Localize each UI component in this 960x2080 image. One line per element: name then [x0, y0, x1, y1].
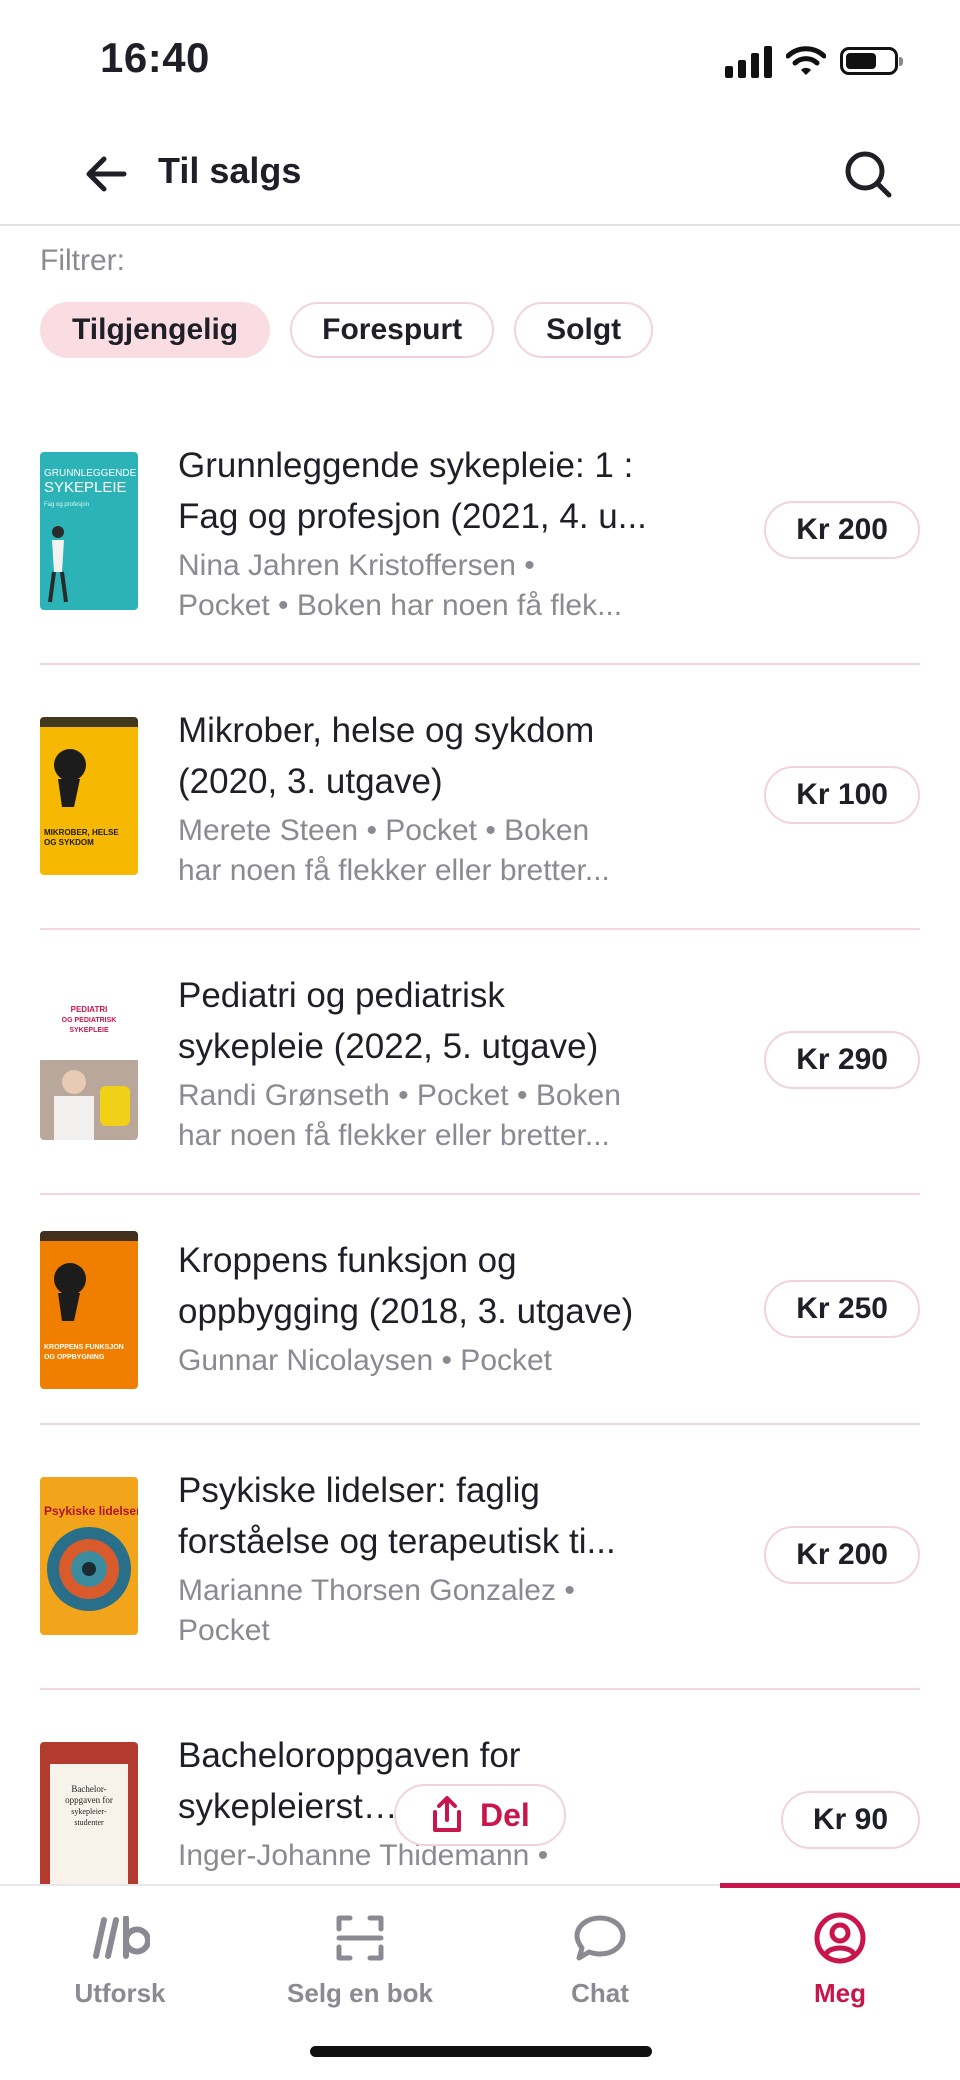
battery-icon	[840, 47, 903, 75]
tab-label: Selg en bok	[287, 1978, 433, 2008]
home-indicator	[310, 2046, 652, 2057]
share-button[interactable]: Del	[394, 1784, 566, 1846]
tab-meg[interactable]: Meg	[720, 1883, 960, 2026]
search-button[interactable]	[838, 144, 898, 204]
bottom-tab-bar: Utforsk Selg en bok Chat Meg	[0, 1883, 960, 2080]
svg-text:oppgaven for: oppgaven for	[65, 1795, 113, 1805]
svg-text:SYKEPLEIE: SYKEPLEIE	[44, 479, 127, 496]
listing-list: GRUNNLEGGENDE SYKEPLEIE Fag og profesjon…	[40, 400, 920, 1884]
arrow-left-icon	[86, 156, 127, 192]
book-cover: Bachelor- oppgaven for sykepleier- stude…	[40, 1742, 138, 1884]
price-badge[interactable]: Kr 290	[764, 1031, 920, 1089]
profile-icon	[814, 1912, 866, 1964]
svg-text:Psykiske lidelser: Psykiske lidelser	[44, 1504, 138, 1518]
tab-label: Utforsk	[74, 1978, 166, 2008]
cellular-signal-icon	[725, 44, 772, 78]
list-item[interactable]: MIKROBER, HELSE OG SYKDOM Mikrober, hels…	[40, 665, 920, 930]
tab-selg-en-bok[interactable]: Selg en bok	[240, 1886, 480, 2026]
filter-chip-solgt[interactable]: Solgt	[514, 302, 654, 358]
list-item[interactable]: GRUNNLEGGENDE SYKEPLEIE Fag og profesjon…	[40, 400, 920, 665]
listing-subtitle: Nina Jahren Kristoffersen • Pocket • Boke…	[178, 549, 623, 622]
tab-label: Meg	[814, 1978, 866, 2008]
svg-text:sykepleier-: sykepleier-	[71, 1807, 107, 1816]
price-badge[interactable]: Kr 100	[764, 766, 920, 824]
list-item[interactable]: KROPPENS FUNKSJON OG OPPBYGNING Kroppens…	[40, 1195, 920, 1425]
listing-title: Mikrober, helse og sykdom (2020, 3. utgav…	[178, 711, 595, 801]
wifi-icon	[786, 46, 826, 75]
filter-chip-forespurt[interactable]: Forespurt	[290, 302, 495, 358]
filter-label: Filtrer:	[40, 244, 125, 277]
svg-text:studenter: studenter	[74, 1818, 104, 1827]
price-badge[interactable]: Kr 200	[764, 501, 920, 559]
svg-text:KROPPENS FUNKSJON: KROPPENS FUNKSJON	[44, 1344, 124, 1351]
list-item[interactable]: PEDIATRI OG PEDIATRISK SYKEPLEIE Pediatr…	[40, 930, 920, 1195]
book-cover: KROPPENS FUNKSJON OG OPPBYGNING	[40, 1231, 138, 1389]
svg-text:OG SYKDOM: OG SYKDOM	[44, 838, 94, 847]
price-badge[interactable]: Kr 200	[764, 1526, 920, 1584]
listing-subtitle: Randi Grønseth • Pocket • Boken har noen …	[178, 1079, 621, 1152]
listing-subtitle: Merete Steen • Pocket • Boken har noen få…	[178, 814, 610, 887]
tab-chat[interactable]: Chat	[480, 1886, 720, 2026]
svg-text:Bachelor-: Bachelor-	[71, 1784, 106, 1794]
search-icon	[845, 151, 892, 198]
tab-label: Chat	[571, 1978, 629, 2008]
filter-chip-tilgjengelig[interactable]: Tilgjengelig	[40, 302, 271, 358]
svg-text:SYKEPLEIE: SYKEPLEIE	[69, 1027, 109, 1034]
back-button[interactable]	[80, 148, 132, 200]
book-cover: MIKROBER, HELSE OG SYKDOM	[40, 717, 138, 875]
filter-chips: Tilgjengelig Forespurt Solgt	[40, 302, 654, 358]
scan-icon	[336, 1915, 384, 1961]
logo-icon	[93, 1916, 150, 1959]
share-label: Del	[480, 1796, 530, 1833]
status-time: 16:40	[100, 34, 210, 81]
top-app-bar: Til salgs	[0, 120, 960, 226]
listing-title: Psykiske lidelser: faglig forståelse og t…	[178, 1471, 616, 1561]
price-badge[interactable]: Kr 90	[780, 1791, 920, 1849]
tab-utforsk[interactable]: Utforsk	[0, 1886, 240, 2026]
svg-text:PEDIATRI: PEDIATRI	[71, 1005, 108, 1014]
status-bar: 16:40	[0, 0, 960, 120]
chat-bubble-icon	[574, 1915, 626, 1961]
listing-subtitle: Marianne Thorsen Gonzalez • Pocket	[178, 1574, 575, 1647]
svg-text:OG PEDIATRISK: OG PEDIATRISK	[62, 1017, 117, 1024]
svg-text:Fag og profesjon: Fag og profesjon	[44, 502, 89, 508]
svg-text:OG OPPBYGNING: OG OPPBYGNING	[44, 1354, 105, 1361]
book-cover: Psykiske lidelser	[40, 1477, 138, 1635]
svg-text:GRUNNLEGGENDE: GRUNNLEGGENDE	[44, 468, 137, 479]
listing-title: Kroppens funksjon og oppbygging (2018, 3.…	[178, 1241, 634, 1331]
page-title: Til salgs	[158, 150, 302, 191]
share-icon	[433, 1796, 461, 1832]
listing-title: Grunnleggende sykepleie: 1 : Fag og profe…	[178, 446, 647, 536]
list-item[interactable]: Psykiske lidelser Psykiske lidelser: fag…	[40, 1425, 920, 1690]
listing-title: Pediatri og pediatrisk sykepleie (2022, 5…	[178, 976, 599, 1066]
svg-text:MIKROBER, HELSE: MIKROBER, HELSE	[44, 828, 119, 837]
book-cover: GRUNNLEGGENDE SYKEPLEIE Fag og profesjon	[40, 452, 138, 610]
listing-subtitle: Gunnar Nicolaysen • Pocket	[178, 1344, 553, 1377]
price-badge[interactable]: Kr 250	[764, 1280, 920, 1338]
book-cover: PEDIATRI OG PEDIATRISK SYKEPLEIE	[40, 982, 138, 1140]
status-icons	[725, 44, 903, 78]
